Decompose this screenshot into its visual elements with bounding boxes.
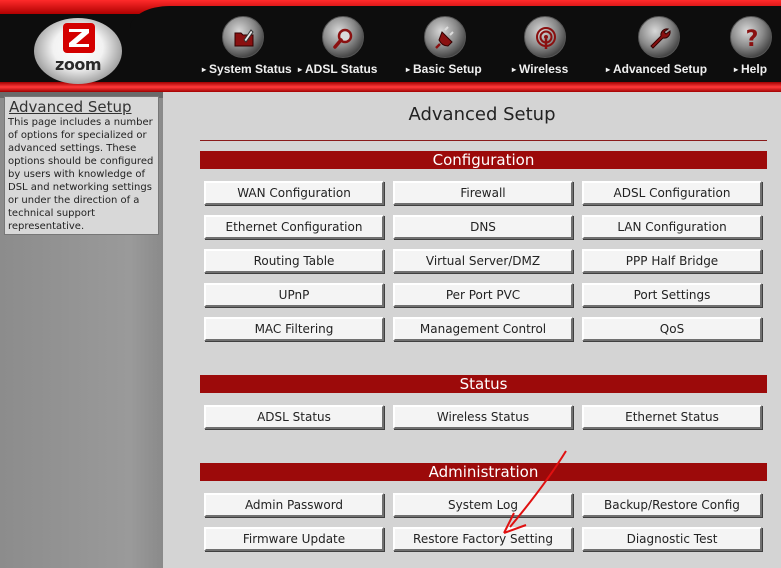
header-bottom-stripe [0,82,781,92]
per-port-pvc-button[interactable]: Per Port PVC [393,283,573,307]
wireless-status-button[interactable]: Wireless Status [393,405,573,429]
nav-advanced-setup-label: ▸ Advanced Setup [606,62,708,76]
firewall-button[interactable]: Firewall [393,181,573,205]
firmware-update-button[interactable]: Firmware Update [204,527,384,551]
nav-system-status[interactable]: ▸ System Status [202,16,292,82]
qos-button[interactable]: QoS [582,317,762,341]
section-configuration-header: Configuration [200,151,767,169]
nav-help[interactable]: ? ▸ Help [726,16,772,82]
title-divider [200,140,767,141]
diagnostic-test-button[interactable]: Diagnostic Test [582,527,762,551]
lan-configuration-button[interactable]: LAN Configuration [582,215,762,239]
magnifier-icon [322,16,364,58]
svg-text:?: ? [746,27,759,50]
wan-configuration-button[interactable]: WAN Configuration [204,181,384,205]
nav-wireless-label: ▸ Wireless [512,62,569,76]
annotation-arrow-icon [503,450,567,534]
port-settings-button[interactable]: Port Settings [582,283,762,307]
nav-adsl-status-label: ▸ ADSL Status [298,62,378,76]
folder-icon [222,16,264,58]
wireless-icon [524,16,566,58]
nav-advanced-setup[interactable]: ▸ Advanced Setup [606,16,707,82]
section-status-header: Status [200,375,767,393]
plug-icon [424,16,466,58]
nav-wireless[interactable]: ▸ Wireless [512,16,578,82]
upnp-button[interactable]: UPnP [204,283,384,307]
mac-filtering-button[interactable]: MAC Filtering [204,317,384,341]
question-icon: ? [730,16,772,58]
sidebar-description: This page includes a number of options f… [8,117,154,232]
nav-help-label: ▸ Help [734,62,768,76]
backup-restore-config-button[interactable]: Backup/Restore Config [582,493,762,517]
section-administration-header: Administration [200,463,767,481]
header-banner: zoom ▸ System Status ▸ ADSL Status ▸ Bas… [0,0,781,92]
adsl-configuration-button[interactable]: ADSL Configuration [582,181,762,205]
admin-password-button[interactable]: Admin Password [204,493,384,517]
ppp-half-bridge-button[interactable]: PPP Half Bridge [582,249,762,273]
nav-basic-setup-label: ▸ Basic Setup [406,62,482,76]
virtual-server-dmz-button[interactable]: Virtual Server/DMZ [393,249,573,273]
management-control-button[interactable]: Management Control [393,317,573,341]
ethernet-configuration-button[interactable]: Ethernet Configuration [204,215,384,239]
dns-button[interactable]: DNS [393,215,573,239]
z-logo-icon [63,23,95,53]
adsl-status-button[interactable]: ADSL Status [204,405,384,429]
wrench-icon [638,16,680,58]
routing-table-button[interactable]: Routing Table [204,249,384,273]
nav-adsl-status[interactable]: ▸ ADSL Status [298,16,378,82]
page-title: Advanced Setup [408,104,556,125]
nav-basic-setup[interactable]: ▸ Basic Setup [406,16,482,82]
zoom-logo: zoom [34,18,122,84]
nav-system-status-label: ▸ System Status [202,62,292,76]
logo-text: zoom [55,55,101,74]
ethernet-status-button[interactable]: Ethernet Status [582,405,762,429]
